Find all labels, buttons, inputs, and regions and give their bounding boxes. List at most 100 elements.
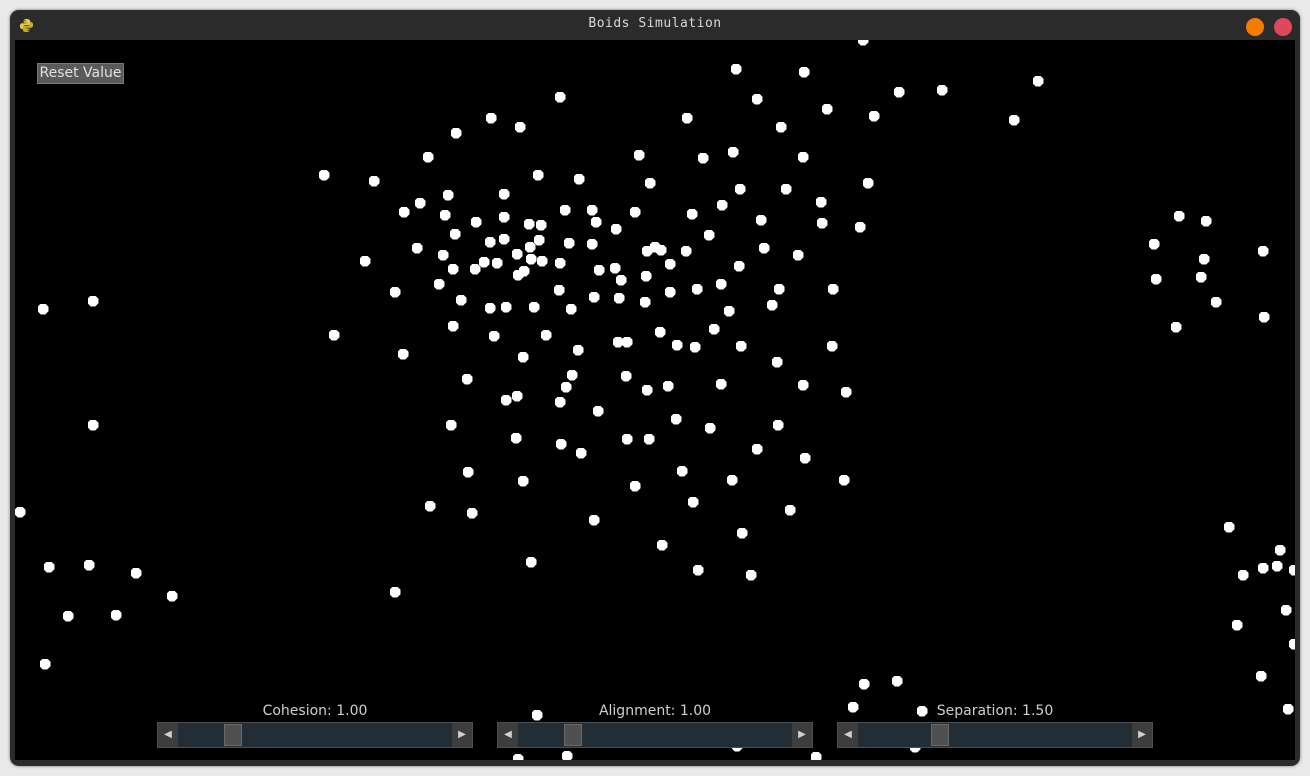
right-arrow-icon[interactable]: ▶ (1132, 723, 1152, 747)
left-arrow-icon[interactable]: ◀ (498, 723, 518, 747)
boid (751, 443, 763, 455)
boid (697, 152, 709, 164)
boid (553, 284, 565, 296)
boid (730, 63, 742, 75)
boid (422, 151, 434, 163)
boid (708, 323, 720, 335)
boid (1200, 215, 1212, 227)
boid (1274, 544, 1286, 556)
boid (554, 396, 566, 408)
boid (893, 86, 905, 98)
boid (692, 564, 704, 576)
separation-slider[interactable]: ◀ ▶ (837, 722, 1153, 748)
boid (676, 465, 688, 477)
boid (726, 474, 738, 486)
boid (466, 507, 478, 519)
cohesion-slider[interactable]: ◀ ▶ (157, 722, 473, 748)
slider-thumb[interactable] (931, 724, 950, 746)
boid (518, 265, 530, 277)
boid (857, 40, 869, 46)
boid (437, 249, 449, 261)
close-button[interactable] (1274, 18, 1292, 36)
boid (555, 438, 567, 450)
boid (523, 218, 535, 230)
slider-track[interactable] (858, 723, 1132, 747)
slider-track[interactable] (518, 723, 792, 747)
boid (734, 183, 746, 195)
reset-value-button[interactable]: Reset Value (37, 63, 124, 84)
boid (868, 110, 880, 122)
boid (775, 121, 787, 133)
boid (691, 283, 703, 295)
boid (716, 199, 728, 211)
boid (755, 214, 767, 226)
slider-thumb[interactable] (563, 724, 582, 746)
boid (680, 245, 692, 257)
boid (758, 242, 770, 254)
boid (424, 500, 436, 512)
window-title: Boids Simulation (588, 16, 722, 31)
boid (449, 228, 461, 240)
boid (447, 320, 459, 332)
boid (641, 384, 653, 396)
boid (792, 249, 804, 261)
simulation-canvas: Reset Value Cohesion: 1.00 ◀ ▶ Alignment… (15, 40, 1295, 760)
boid (575, 447, 587, 459)
boid (1148, 238, 1160, 250)
boid (1231, 619, 1243, 631)
boid (620, 370, 632, 382)
left-arrow-icon[interactable]: ◀ (838, 723, 858, 747)
boid (780, 183, 792, 195)
boid (389, 586, 401, 598)
alignment-label: Alignment: 1.00 (598, 703, 712, 719)
boid (525, 556, 537, 568)
minimize-button[interactable] (1246, 18, 1264, 36)
cohesion-slider-group: Cohesion: 1.00 ◀ ▶ (157, 702, 473, 748)
boid (561, 750, 573, 760)
boid (689, 341, 701, 353)
boid (664, 286, 676, 298)
boid (559, 204, 571, 216)
boid (536, 255, 548, 267)
left-arrow-icon[interactable]: ◀ (158, 723, 178, 747)
right-arrow-icon[interactable]: ▶ (452, 723, 472, 747)
boid (644, 177, 656, 189)
boid (771, 356, 783, 368)
boid (745, 569, 757, 581)
boid (891, 675, 903, 687)
boid (686, 208, 698, 220)
title-bar[interactable]: Boids Simulation (10, 10, 1300, 40)
boid (838, 474, 850, 486)
boid (524, 241, 536, 253)
boid (1282, 703, 1294, 715)
boid (633, 149, 645, 161)
boid (517, 475, 529, 487)
boid (565, 303, 577, 315)
boid (39, 658, 51, 670)
slider-thumb[interactable] (223, 724, 242, 746)
boid (1257, 562, 1269, 574)
boid (572, 344, 584, 356)
boid (554, 91, 566, 103)
boid (858, 678, 870, 690)
boid (498, 188, 510, 200)
alignment-slider[interactable]: ◀ ▶ (497, 722, 813, 748)
boid (615, 274, 627, 286)
boid (1271, 560, 1283, 572)
boid (641, 245, 653, 257)
boid (498, 211, 510, 223)
boid (629, 206, 641, 218)
boid (1170, 321, 1182, 333)
boid (389, 286, 401, 298)
boid (110, 609, 122, 621)
right-arrow-icon[interactable]: ▶ (792, 723, 812, 747)
boid (514, 121, 526, 133)
boid (166, 590, 178, 602)
slider-track[interactable] (178, 723, 452, 747)
boid (1210, 296, 1222, 308)
boid (715, 278, 727, 290)
boid (639, 296, 651, 308)
boid (511, 248, 523, 260)
boid (629, 480, 641, 492)
boid (500, 394, 512, 406)
